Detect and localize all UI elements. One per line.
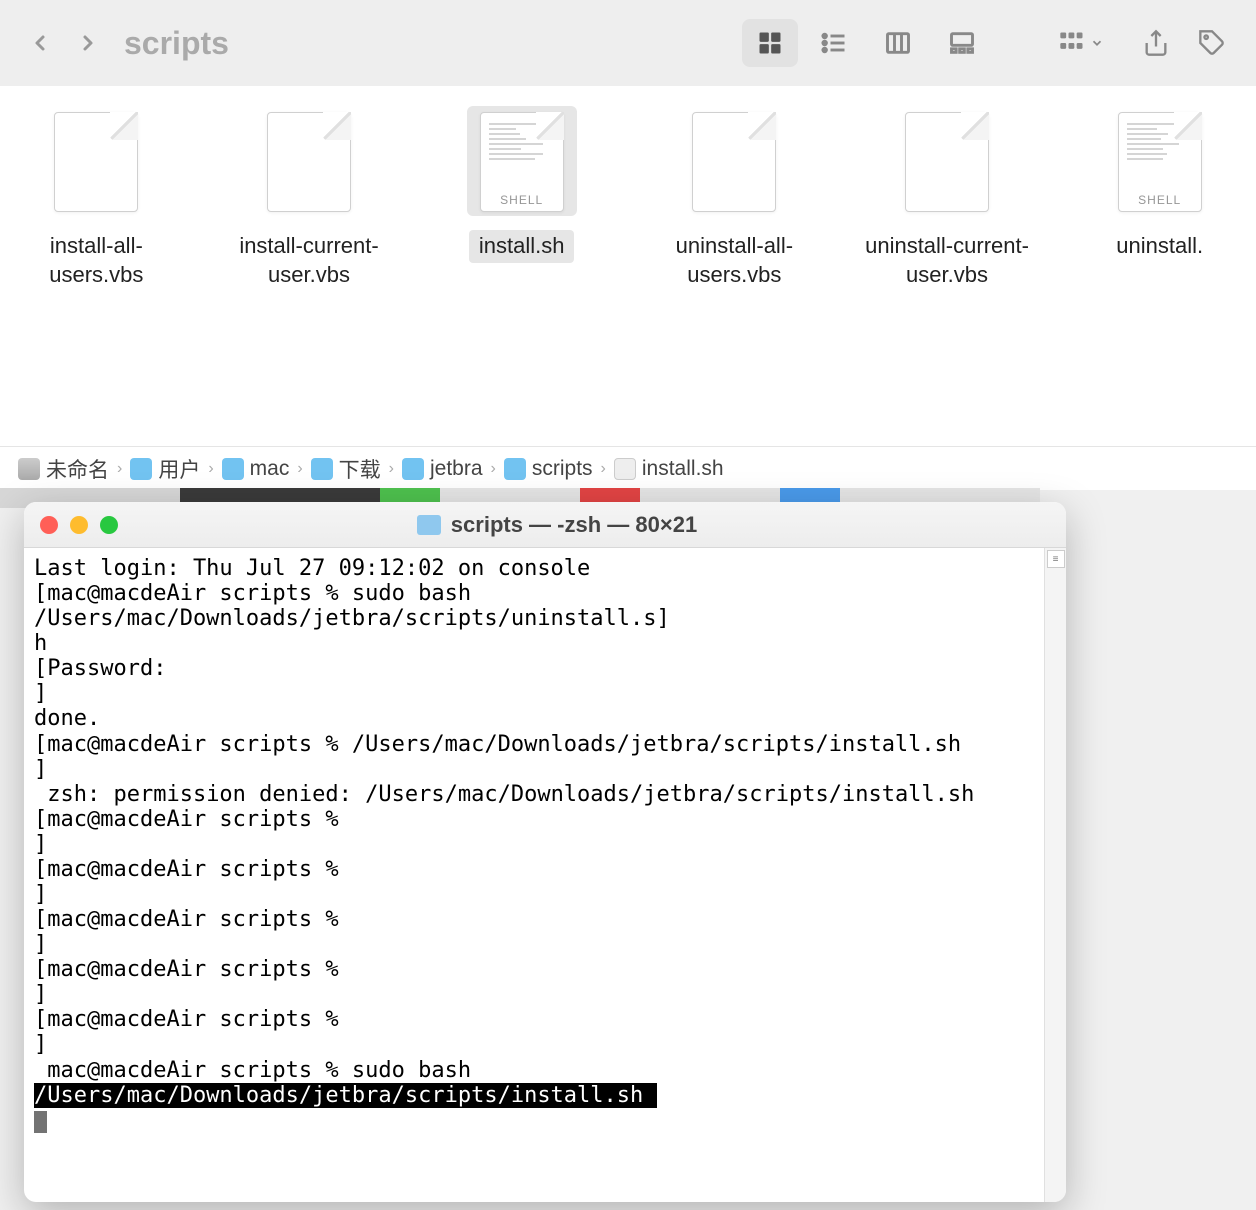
file-item[interactable]: install-current-user.vbs	[213, 106, 406, 446]
breadcrumb-label: scripts	[532, 457, 593, 481]
term-line: [mac@macdeAir scripts % /Users/mac/Downl…	[34, 732, 1066, 782]
term-line-prefix: mac@macdeAir scripts % sudo bash	[34, 1058, 484, 1083]
folder-icon	[311, 458, 333, 480]
folder-icon	[504, 458, 526, 480]
view-controls	[742, 19, 990, 67]
term-line: [mac@macdeAir scripts % ]	[34, 807, 1066, 857]
breadcrumb-segment[interactable]: jetbra	[402, 457, 483, 481]
shell-file-icon: SHELL	[1105, 106, 1215, 216]
breadcrumb-label: 下载	[339, 454, 381, 484]
breadcrumb-label: jetbra	[430, 457, 483, 481]
terminal-body[interactable]: ≡ Last login: Thu Jul 27 09:12:02 on con…	[24, 548, 1066, 1202]
traffic-lights	[40, 516, 118, 534]
breadcrumb-segment[interactable]: 未命名	[18, 454, 109, 484]
file-label: install-current-user.vbs	[213, 230, 406, 291]
file-item[interactable]: SHELL uninstall.	[1063, 106, 1256, 446]
breadcrumb-label: 未命名	[46, 454, 109, 484]
term-line: [mac@macdeAir scripts % sudo bash /Users…	[34, 581, 670, 631]
breadcrumb-segment[interactable]: scripts	[504, 457, 593, 481]
term-line: Last login: Thu Jul 27 09:12:02 on conso…	[34, 556, 590, 581]
scrollbar[interactable]: ≡	[1044, 548, 1066, 1202]
column-view-button[interactable]	[870, 19, 926, 67]
terminal-title: scripts — -zsh — 80×21	[130, 512, 984, 538]
term-line: [mac@macdeAir scripts % ]	[34, 957, 1066, 1007]
breadcrumb-segment[interactable]: 用户	[130, 454, 200, 484]
file-item[interactable]: uninstall-current-user.vbs	[851, 106, 1044, 446]
breadcrumb-label: 用户	[158, 454, 200, 484]
finder-window: scripts install-all-users.vbsins	[0, 0, 1256, 490]
window-title: scripts	[124, 25, 229, 62]
chevron-right-icon: ›	[601, 460, 606, 478]
finder-toolbar: scripts	[0, 0, 1256, 86]
zoom-button[interactable]	[100, 516, 118, 534]
file-label: install-all-users.vbs	[0, 230, 193, 291]
terminal-title-text: scripts — -zsh — 80×21	[451, 512, 697, 538]
file-label: install.sh	[469, 230, 575, 263]
path-bar: 未命名 › 用户 › mac › 下载 › jetbra › scripts › install.sh	[0, 446, 1256, 490]
terminal-titlebar[interactable]: scripts — -zsh — 80×21	[24, 502, 1066, 548]
breadcrumb-label: mac	[250, 457, 290, 481]
document-file-icon	[41, 106, 151, 216]
scroll-marker-icon[interactable]: ≡	[1047, 550, 1065, 568]
folder-icon	[222, 458, 244, 480]
minimize-button[interactable]	[70, 516, 88, 534]
term-line: [mac@macdeAir scripts % ]	[34, 857, 1066, 907]
term-line: h	[34, 631, 47, 656]
terminal-window: scripts — -zsh — 80×21 ≡ Last login: Thu…	[24, 502, 1066, 1202]
breadcrumb-segment[interactable]: 下载	[311, 454, 381, 484]
breadcrumb-segment[interactable]: mac	[222, 457, 290, 481]
chevron-right-icon: ›	[297, 460, 302, 478]
breadcrumb-label: install.sh	[642, 457, 724, 481]
file-label: uninstall.	[1106, 230, 1213, 263]
file-item[interactable]: SHELL install.sh	[425, 106, 618, 446]
chevron-right-icon: ›	[208, 460, 213, 478]
forward-button[interactable]	[68, 23, 108, 63]
document-file-icon	[254, 106, 364, 216]
term-line: [mac@macdeAir scripts % ]	[34, 907, 1066, 957]
term-line: [Password: ]	[34, 656, 1066, 706]
terminal-cursor	[34, 1111, 47, 1133]
close-button[interactable]	[40, 516, 58, 534]
icon-view-button[interactable]	[742, 19, 798, 67]
share-button[interactable]	[1132, 19, 1180, 67]
tags-button[interactable]	[1188, 19, 1236, 67]
chevron-right-icon: ›	[117, 460, 122, 478]
file-grid: install-all-users.vbs install-current-use…	[0, 86, 1256, 446]
folder-icon	[402, 458, 424, 480]
breadcrumb-segment[interactable]: install.sh	[614, 457, 724, 481]
term-line: zsh: permission denied: /Users/mac/Downl…	[34, 782, 974, 807]
file-icon	[614, 458, 636, 480]
file-item[interactable]: uninstall-all-users.vbs	[638, 106, 831, 446]
back-button[interactable]	[20, 23, 60, 63]
file-label: uninstall-all-users.vbs	[638, 230, 831, 291]
term-highlighted-path: /Users/mac/Downloads/jetbra/scripts/inst…	[34, 1083, 657, 1108]
chevron-right-icon: ›	[491, 460, 496, 478]
folder-icon	[130, 458, 152, 480]
document-file-icon	[892, 106, 1002, 216]
term-line: [mac@macdeAir scripts % ]	[34, 1007, 1066, 1057]
chevron-right-icon: ›	[389, 460, 394, 478]
file-item[interactable]: install-all-users.vbs	[0, 106, 193, 446]
shell-badge: SHELL	[1119, 193, 1201, 207]
document-file-icon	[679, 106, 789, 216]
shell-file-icon: SHELL	[467, 106, 577, 216]
file-label: uninstall-current-user.vbs	[851, 230, 1044, 291]
term-line: done.	[34, 706, 100, 731]
group-by-button[interactable]	[1058, 29, 1104, 57]
disk-icon	[18, 458, 40, 480]
list-view-button[interactable]	[806, 19, 862, 67]
gallery-view-button[interactable]	[934, 19, 990, 67]
terminal-content[interactable]: Last login: Thu Jul 27 09:12:02 on conso…	[24, 548, 1066, 1141]
folder-icon	[417, 515, 441, 535]
shell-badge: SHELL	[481, 193, 563, 207]
